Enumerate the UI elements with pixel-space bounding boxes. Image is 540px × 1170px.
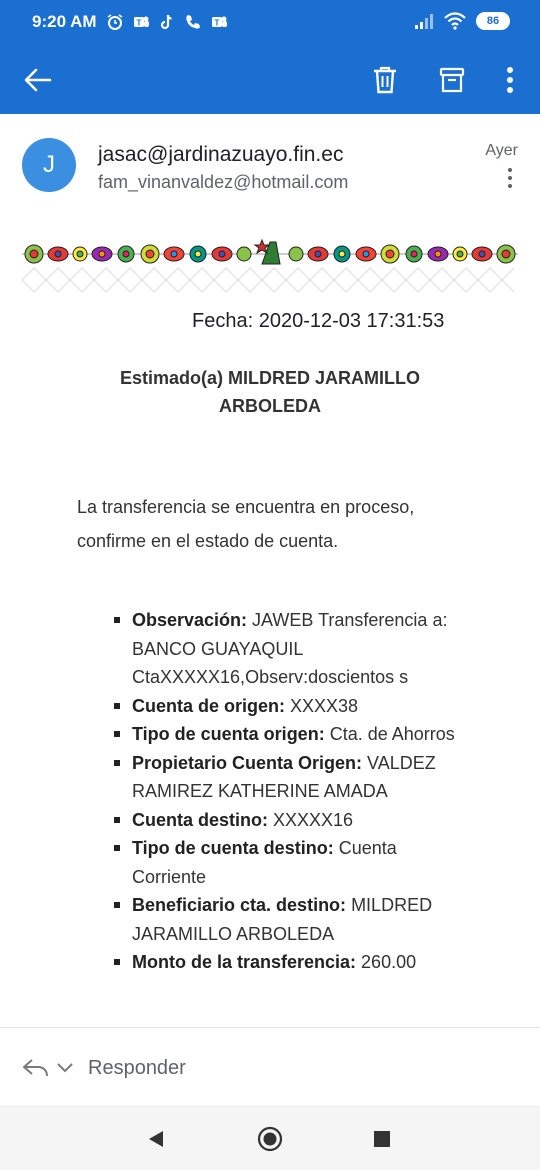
- decorative-banner: [22, 238, 518, 293]
- back-button[interactable]: [18, 60, 58, 100]
- reply-bar[interactable]: Responder: [22, 1050, 186, 1086]
- battery-icon: 86: [476, 12, 510, 30]
- back-arrow-icon: [24, 68, 52, 92]
- reply-icon[interactable]: [22, 1057, 50, 1079]
- detail-label: Cuenta de origen:: [132, 695, 286, 716]
- divider: [0, 1027, 540, 1028]
- greeting: Estimado(a) MILDRED JARAMILLO ARBOLEDA: [70, 364, 470, 420]
- detail-value: 260.00: [356, 952, 417, 972]
- app-bar: [0, 46, 540, 114]
- system-icons: 86: [414, 12, 510, 30]
- detail-label: Tipo de cuenta destino:: [132, 838, 334, 858]
- chevron-down-icon[interactable]: [56, 1062, 74, 1074]
- delete-icon: [374, 66, 396, 94]
- detail-value: XXXX38: [285, 695, 359, 716]
- recipient-address[interactable]: fam_vinanvaldez@hotmail.com: [98, 172, 348, 193]
- tiktok-icon: [160, 14, 172, 30]
- svg-text:T: T: [137, 19, 142, 28]
- navigation-bar: [0, 1106, 540, 1170]
- teams-icon: T: [134, 16, 149, 28]
- nav-recents-button[interactable]: [368, 1125, 396, 1153]
- archive-icon: [439, 67, 465, 93]
- status-bar: 9:20 AM T T 86: [0, 0, 540, 46]
- transfer-details-list: Observación: JAWEB Transferencia a: BANC…: [114, 606, 474, 977]
- detail-item: Monto de la transferencia: 260.00: [114, 948, 474, 977]
- sender-address[interactable]: jasac@jardinazuayo.fin.ec: [98, 143, 343, 167]
- detail-item: Propietario Cuenta Origen: VALDEZ RAMIRE…: [114, 749, 474, 806]
- detail-label: Beneficiario cta. destino:: [132, 895, 347, 915]
- detail-label: Cuenta destino:: [132, 809, 269, 830]
- detail-item: Tipo de cuenta origen: Cta. de Ahorros: [114, 720, 474, 749]
- transfer-datetime: Fecha: 2020-12-03 17:31:53: [192, 310, 445, 332]
- status-time: 9:20 AM: [32, 12, 97, 31]
- reply-label[interactable]: Responder: [88, 1057, 186, 1080]
- message-line-2: confirme en el estado de cuenta.: [77, 531, 339, 551]
- more-vert-icon: [507, 67, 513, 93]
- wifi-icon: [444, 12, 466, 30]
- greeting-line-1: Estimado(a) MILDRED JARAMILLO: [119, 368, 420, 388]
- detail-item: Observación: JAWEB Transferencia a: BANC…: [114, 606, 474, 692]
- email-date: Ayer: [485, 142, 518, 159]
- detail-item: Cuenta de origen: XXXX38: [114, 692, 474, 721]
- signal-icon: [415, 14, 433, 29]
- notification-icons: T T: [106, 13, 228, 31]
- message-line-1: La transferencia se encuentra en proceso…: [77, 497, 415, 517]
- svg-text:T: T: [215, 19, 220, 28]
- detail-label: Tipo de cuenta origen:: [132, 724, 325, 744]
- phone-icon: [186, 15, 200, 29]
- detail-label: Propietario Cuenta Origen:: [132, 752, 363, 773]
- nav-home-button[interactable]: [256, 1125, 284, 1153]
- detail-item: Beneficiario cta. destino: MILDRED JARAM…: [114, 891, 474, 948]
- teams-icon: T: [212, 16, 227, 28]
- sender-avatar[interactable]: J: [22, 138, 76, 192]
- detail-item: Tipo de cuenta destino: Cuenta Corriente: [114, 834, 474, 891]
- detail-value: Cta. de Ahorros: [324, 724, 455, 744]
- delete-button[interactable]: [365, 60, 405, 100]
- message-options-icon[interactable]: [500, 166, 520, 190]
- nav-back-button[interactable]: [142, 1125, 170, 1153]
- greeting-line-2: ARBOLEDA: [219, 396, 321, 416]
- home-circle-icon: [257, 1126, 283, 1152]
- detail-value: XXXXX16: [268, 809, 354, 830]
- back-triangle-icon: [149, 1131, 163, 1147]
- alarm-icon: [107, 14, 123, 30]
- message-body: La transferencia se encuentra en proceso…: [77, 490, 477, 558]
- detail-item: Cuenta destino: XXXXX16: [114, 806, 474, 835]
- detail-label: Observación:: [132, 610, 248, 630]
- detail-label: Monto de la transferencia:: [132, 952, 357, 972]
- more-button[interactable]: [490, 60, 530, 100]
- archive-button[interactable]: [432, 60, 472, 100]
- recents-square-icon: [374, 1131, 390, 1147]
